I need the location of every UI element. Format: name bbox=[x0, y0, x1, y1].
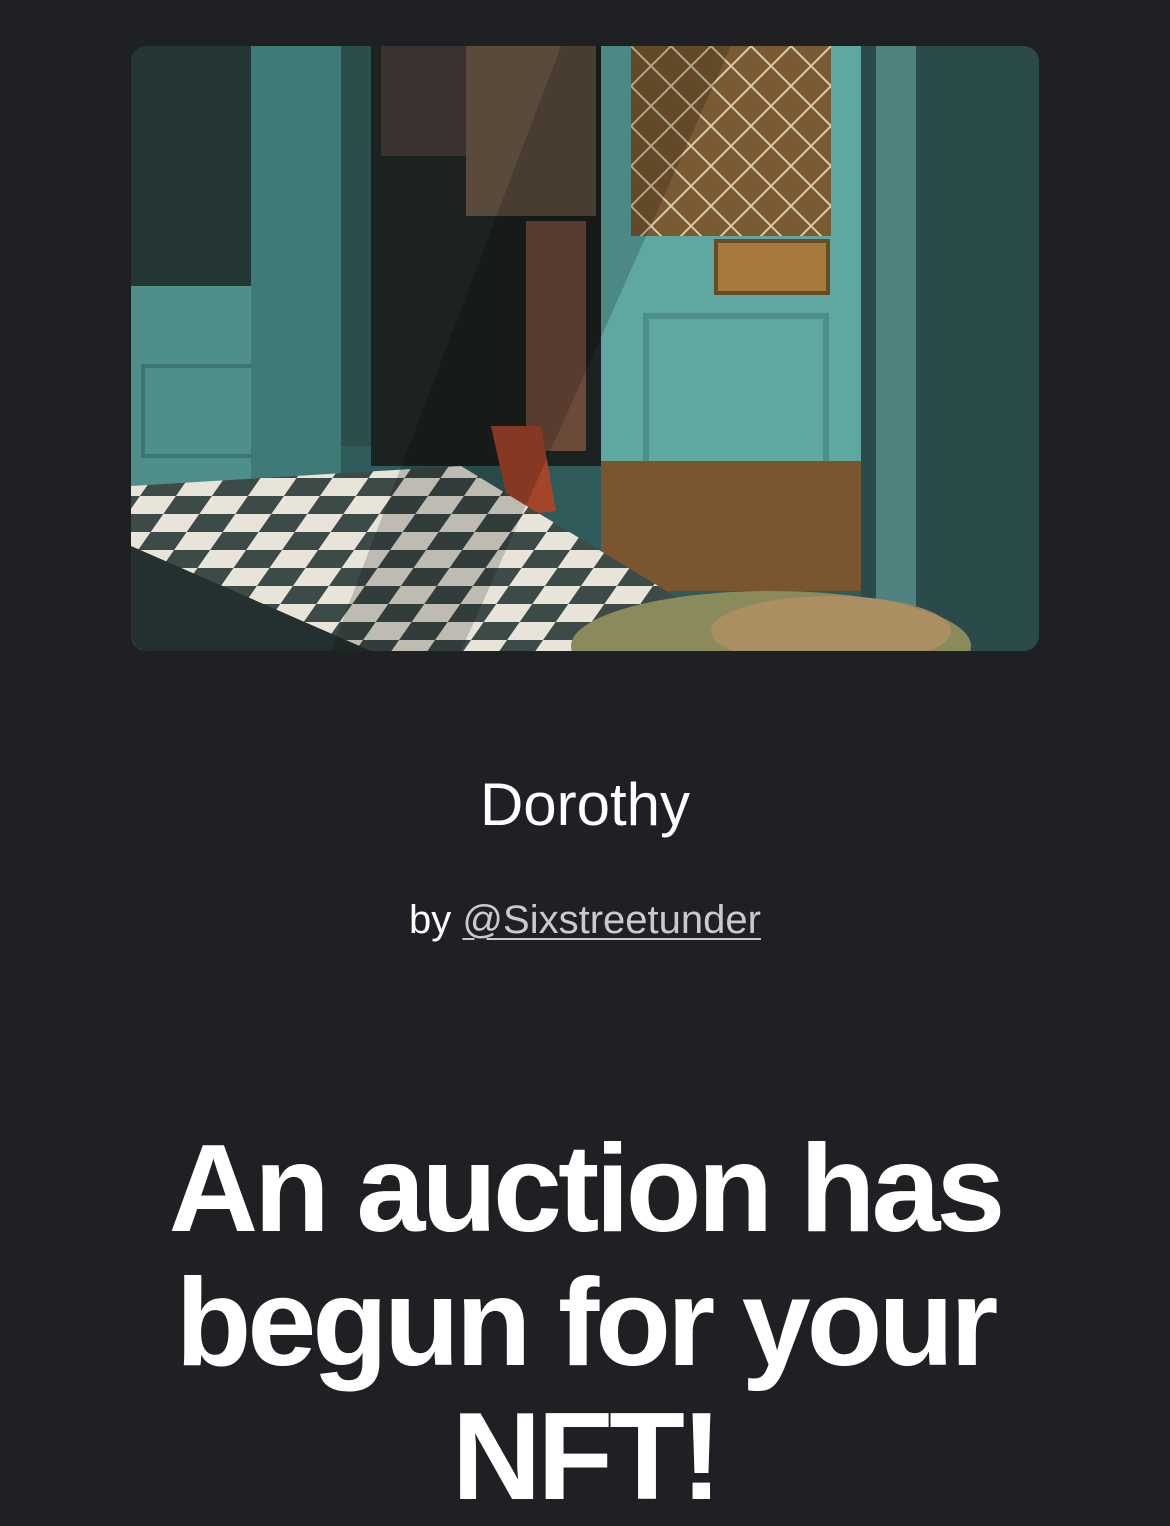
creator-byline: by @Sixstreetunder bbox=[0, 898, 1170, 943]
nft-artwork-image bbox=[131, 46, 1039, 651]
byline-prefix: by bbox=[409, 898, 452, 942]
auction-headline: An auction has begun for your NFT! bbox=[168, 1120, 1006, 1526]
nft-title: Dorothy bbox=[479, 771, 691, 838]
creator-handle-link[interactable]: @Sixstreetunder bbox=[462, 898, 761, 942]
